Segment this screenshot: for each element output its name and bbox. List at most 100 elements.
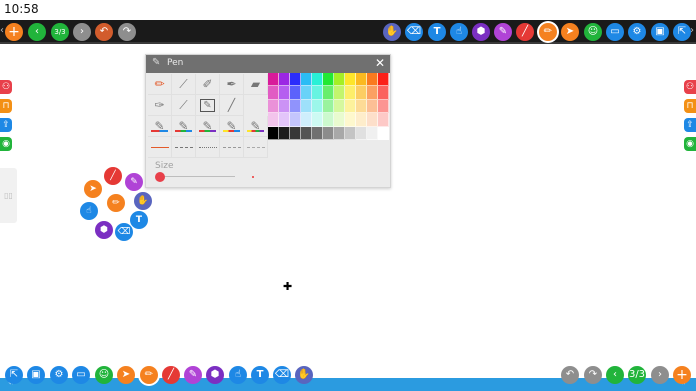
pen-color-style-3[interactable]: ✎ — [196, 116, 220, 137]
palette-swatch[interactable] — [356, 73, 367, 87]
palette-swatch[interactable] — [334, 99, 345, 114]
palette-swatch[interactable] — [356, 99, 367, 114]
radial-highlighter-button[interactable]: ✎ — [125, 173, 143, 191]
right-tab-unlock[interactable]: ⊓ — [684, 99, 696, 113]
palette-swatch[interactable] — [378, 99, 389, 114]
radial-line-button[interactable]: ╱ — [104, 167, 122, 185]
palette-swatch[interactable] — [356, 126, 367, 140]
palette-swatch[interactable] — [301, 73, 312, 87]
select-arrow-button-bottom[interactable]: ➤ — [117, 366, 135, 384]
radial-shape-button[interactable]: ⬢ — [95, 221, 113, 239]
palette-swatch[interactable] — [334, 73, 345, 87]
left-drawer-handle[interactable]: ▯▯ — [0, 168, 17, 223]
palette-swatch[interactable] — [356, 86, 367, 100]
palette-swatch[interactable] — [312, 99, 323, 114]
palette-swatch[interactable] — [312, 113, 323, 127]
select-arrow-button[interactable]: ➤ — [561, 23, 579, 41]
hand-tool-button[interactable]: ✋ — [383, 23, 401, 41]
pen-type-crayon[interactable]: ✐ — [196, 74, 220, 95]
radial-touch-button[interactable]: ☝ — [80, 202, 98, 220]
previous-page-button-bottom[interactable]: ‹ — [606, 366, 624, 384]
palette-swatch[interactable] — [367, 73, 378, 87]
palette-swatch[interactable] — [268, 126, 279, 140]
palette-swatch[interactable] — [301, 99, 312, 114]
palette-swatch[interactable] — [345, 73, 356, 87]
shape-tool-button-bottom[interactable]: ⬢ — [206, 366, 224, 384]
pen-color-style-5[interactable]: ✎ — [244, 116, 268, 137]
pen-color-style-2[interactable]: ✎ — [172, 116, 196, 137]
palette-swatch[interactable] — [367, 113, 378, 127]
touch-select-button[interactable]: ☝ — [450, 23, 468, 41]
pen-tool-button-bottom[interactable]: ✏ — [140, 366, 158, 384]
pen-type-marker[interactable]: ✒ — [220, 74, 244, 95]
pen-color-style-4[interactable]: ✎ — [220, 116, 244, 137]
palette-swatch[interactable] — [290, 126, 301, 140]
redo-button-bottom[interactable]: ↷ — [584, 366, 602, 384]
radial-eraser-button[interactable]: ⌫ — [115, 223, 133, 241]
eraser-button-bottom[interactable]: ⌫ — [273, 366, 291, 384]
palette-swatch[interactable] — [356, 113, 367, 127]
palette-swatch[interactable] — [312, 86, 323, 100]
palette-swatch[interactable] — [345, 86, 356, 100]
palette-swatch[interactable] — [290, 99, 301, 114]
open-folder-button-bottom[interactable]: ▭ — [72, 366, 90, 384]
palette-swatch[interactable] — [367, 99, 378, 114]
palette-swatch[interactable] — [312, 126, 323, 140]
palette-swatch[interactable] — [378, 113, 389, 127]
pen-type-pencil[interactable]: ✏ — [148, 74, 172, 95]
undo-button-bottom[interactable]: ↶ — [561, 366, 579, 384]
hand-tool-button-bottom[interactable]: ✋ — [295, 366, 313, 384]
palette-swatch[interactable] — [378, 86, 389, 100]
pen-color-style-1[interactable]: ✎ — [148, 116, 172, 137]
pen-type-highlighter[interactable]: ▰ — [244, 74, 268, 95]
palette-swatch[interactable] — [290, 113, 301, 127]
palette-swatch[interactable] — [378, 126, 389, 140]
text-tool-button-bottom[interactable]: T — [251, 366, 269, 384]
palette-swatch[interactable] — [290, 73, 301, 87]
add-page-button[interactable]: + — [5, 23, 23, 41]
palette-swatch[interactable] — [345, 99, 356, 114]
exit-button[interactable]: ⇱ — [673, 23, 691, 41]
palette-swatch[interactable] — [345, 126, 356, 140]
size-slider-track[interactable] — [157, 176, 235, 177]
palette-swatch[interactable] — [323, 86, 334, 100]
pen-tool-button[interactable]: ✏ — [539, 23, 557, 41]
display-button-bottom[interactable]: ▣ — [27, 366, 45, 384]
palette-swatch[interactable] — [301, 126, 312, 140]
palette-swatch[interactable] — [378, 73, 389, 87]
line-style-solid[interactable] — [148, 137, 172, 158]
highlighter-button[interactable]: ✎ — [494, 23, 512, 41]
palette-swatch[interactable] — [279, 99, 290, 114]
size-slider-handle[interactable] — [155, 172, 165, 182]
line-style-dashed[interactable] — [172, 137, 196, 158]
right-tab-clear[interactable]: ⚇ — [684, 80, 696, 94]
pen-type-calligraphy[interactable]: ⟋ — [172, 95, 196, 116]
palette-swatch[interactable] — [334, 126, 345, 140]
palette-swatch[interactable] — [367, 126, 378, 140]
exit-button-bottom[interactable]: ⇱ — [5, 366, 23, 384]
right-tab-view[interactable]: ◉ — [684, 137, 696, 151]
palette-swatch[interactable] — [334, 113, 345, 127]
palette-swatch[interactable] — [301, 113, 312, 127]
display-button[interactable]: ▣ — [651, 23, 669, 41]
close-panel-button[interactable]: ✕ — [375, 56, 385, 70]
pen-type-fine[interactable]: ╱ — [220, 95, 244, 116]
palette-swatch[interactable] — [279, 126, 290, 140]
palette-swatch[interactable] — [323, 73, 334, 87]
right-tab-export[interactable]: ⇪ — [684, 118, 696, 132]
palette-swatch[interactable] — [268, 99, 279, 114]
pen-type-shape-pen[interactable]: ✎ — [196, 95, 220, 116]
radial-pen-button[interactable]: ✏ — [107, 194, 125, 212]
palette-swatch[interactable] — [367, 86, 378, 100]
palette-swatch[interactable] — [279, 86, 290, 100]
radial-select-button[interactable]: ➤ — [84, 180, 102, 198]
eraser-button[interactable]: ⌫ — [405, 23, 423, 41]
palette-swatch[interactable] — [268, 86, 279, 100]
left-tab-unlock[interactable]: ⊓ — [0, 99, 12, 113]
pen-type-fountain[interactable]: ✑ — [148, 95, 172, 116]
undo-button[interactable]: ↶ — [95, 23, 113, 41]
collaboration-button[interactable]: ☺ — [584, 23, 602, 41]
palette-swatch[interactable] — [345, 113, 356, 127]
palette-swatch[interactable] — [290, 86, 301, 100]
line-style-dotted[interactable] — [196, 137, 220, 158]
